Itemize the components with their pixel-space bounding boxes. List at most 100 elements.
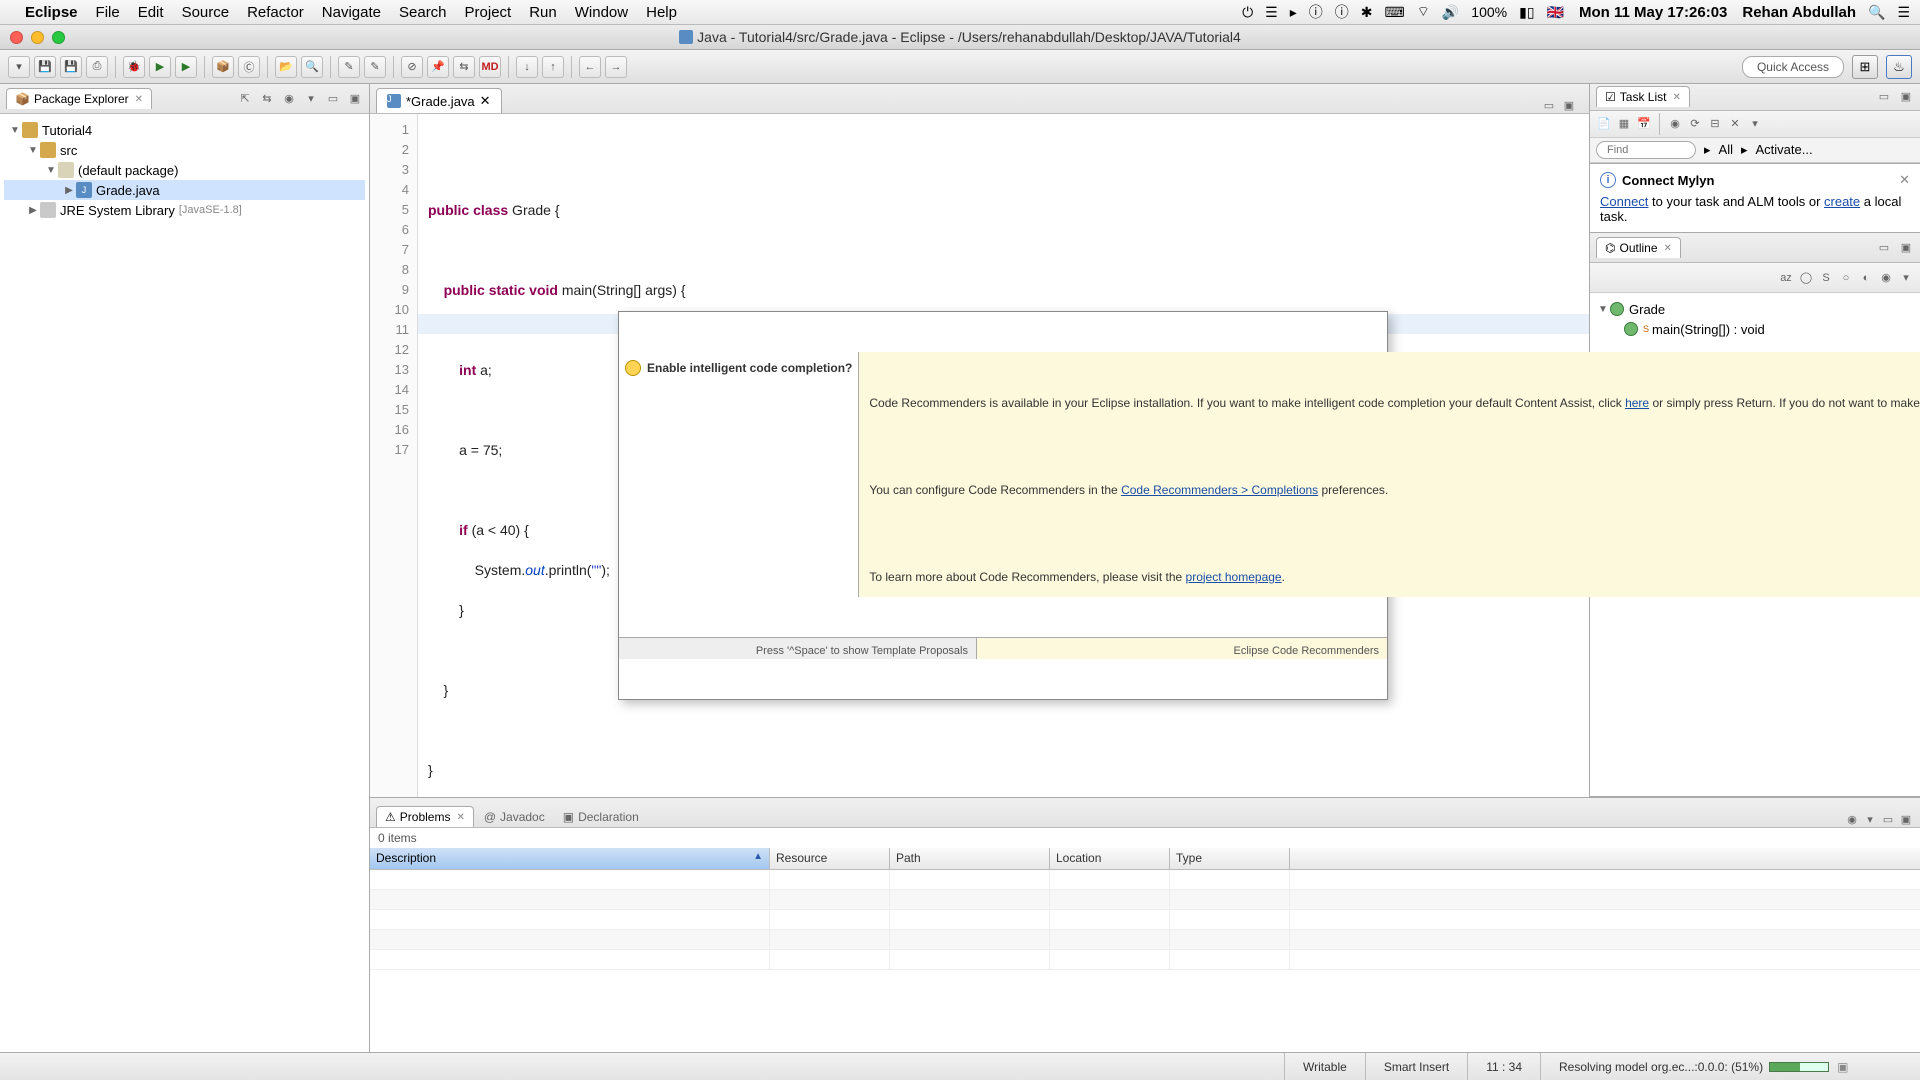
collapse-all-icon[interactable]: ⇱ bbox=[237, 91, 253, 107]
link-button[interactable]: ⇆ bbox=[453, 56, 475, 78]
expand-arrow-icon[interactable]: ▶ bbox=[62, 185, 76, 196]
battery-icon[interactable]: ▮▯ bbox=[1519, 4, 1534, 21]
outline-class[interactable]: ▼ Grade bbox=[1596, 299, 1914, 319]
line-gutter[interactable]: 1234567891011121314151617 bbox=[370, 114, 418, 797]
battery-percent[interactable]: 100% bbox=[1471, 4, 1507, 20]
java-perspective-button[interactable]: ♨ bbox=[1886, 55, 1912, 79]
col-description[interactable]: Description▲ bbox=[370, 848, 770, 869]
input-flag-icon[interactable]: 🇬🇧 bbox=[1547, 4, 1564, 21]
link-editor-icon[interactable]: ⇆ bbox=[259, 91, 275, 107]
save-all-button[interactable]: 💾 bbox=[60, 56, 82, 78]
bluetooth-icon[interactable]: ✱ bbox=[1361, 4, 1373, 21]
menu-navigate[interactable]: Navigate bbox=[322, 4, 381, 21]
toggle-mark-button[interactable]: ✎ bbox=[338, 56, 360, 78]
sync-icon[interactable]: ⟳ bbox=[1687, 116, 1703, 132]
tree-src[interactable]: ▼ src bbox=[4, 140, 365, 160]
collapse-icon[interactable]: ⊟ bbox=[1707, 116, 1723, 132]
hide-local-icon[interactable]: ◐ bbox=[1858, 270, 1874, 286]
filter-arrow-icon[interactable]: ▸ bbox=[1704, 142, 1711, 158]
view-menu-icon[interactable]: ▾ bbox=[303, 91, 319, 107]
expand-arrow-icon[interactable]: ▼ bbox=[8, 125, 22, 136]
hide-fields-icon[interactable]: ◯ bbox=[1798, 270, 1814, 286]
popup-proposal-list[interactable]: Enable intelligent code completion? bbox=[619, 352, 859, 597]
clock[interactable]: Mon 11 May 17:26:03 bbox=[1579, 4, 1727, 21]
notification-center-icon[interactable]: ☰ bbox=[1897, 4, 1910, 21]
hide-static-icon[interactable]: S bbox=[1818, 270, 1834, 286]
debug-button[interactable]: 🐞 bbox=[123, 56, 145, 78]
prev-annotation-button[interactable]: ↑ bbox=[542, 56, 564, 78]
maximize-icon[interactable]: ▣ bbox=[1898, 240, 1914, 256]
pin-button[interactable]: 📌 bbox=[427, 56, 449, 78]
minimize-icon[interactable]: ▭ bbox=[1880, 811, 1896, 827]
view-menu-icon[interactable]: ▾ bbox=[1862, 811, 1878, 827]
run-button[interactable]: ▶ bbox=[149, 56, 171, 78]
back-button[interactable]: ← bbox=[579, 56, 601, 78]
user-name[interactable]: Rehan Abdullah bbox=[1742, 4, 1856, 21]
keyboard-icon[interactable]: ⌨ bbox=[1384, 4, 1404, 21]
outline-tab[interactable]: ⌬ Outline ✕ bbox=[1596, 237, 1681, 258]
menu-refactor[interactable]: Refactor bbox=[247, 4, 304, 21]
save-button[interactable]: 💾 bbox=[34, 56, 56, 78]
enable-here-link[interactable]: here bbox=[1625, 396, 1649, 410]
md-button[interactable]: MD bbox=[479, 56, 501, 78]
forward-button[interactable]: → bbox=[605, 56, 627, 78]
table-row[interactable] bbox=[370, 930, 1920, 950]
view-menu-icon[interactable]: ▾ bbox=[1898, 270, 1914, 286]
close-icon[interactable]: ✕ bbox=[1664, 243, 1672, 254]
focus-icon[interactable]: ◉ bbox=[1878, 270, 1894, 286]
menu-edit[interactable]: Edit bbox=[138, 4, 164, 21]
hide-icon[interactable]: ✕ bbox=[1727, 116, 1743, 132]
quick-access-input[interactable]: Quick Access bbox=[1742, 56, 1844, 78]
run-last-button[interactable]: ▶ bbox=[175, 56, 197, 78]
hide-nonpublic-icon[interactable]: ○ bbox=[1838, 270, 1854, 286]
volume-icon[interactable]: 🔊 bbox=[1442, 4, 1459, 21]
sort-icon[interactable]: az bbox=[1778, 270, 1794, 286]
package-explorer-tree[interactable]: ▼ Tutorial4 ▼ src ▼ (default package) ▶ … bbox=[0, 114, 369, 1052]
new-class-button[interactable]: Ⓒ bbox=[238, 56, 260, 78]
close-icon[interactable]: ✕ bbox=[1899, 172, 1910, 188]
table-row[interactable] bbox=[370, 950, 1920, 970]
menu-project[interactable]: Project bbox=[465, 4, 512, 21]
maximize-icon[interactable]: ▣ bbox=[1561, 97, 1577, 113]
print-button[interactable]: ⎙ bbox=[86, 56, 108, 78]
menu-window[interactable]: Window bbox=[575, 4, 628, 21]
view-menu-icon[interactable]: ▾ bbox=[1747, 116, 1763, 132]
menu-file[interactable]: File bbox=[96, 4, 120, 21]
spotlight-icon[interactable]: 🔍 bbox=[1868, 4, 1885, 21]
close-icon[interactable]: ✕ bbox=[1672, 92, 1680, 103]
status-icon[interactable]: ⏻ bbox=[1242, 4, 1253, 21]
code-editor[interactable]: 1234567891011121314151617 public class G… bbox=[370, 114, 1589, 797]
maximize-icon[interactable]: ▣ bbox=[347, 91, 363, 107]
create-link[interactable]: create bbox=[1824, 194, 1860, 209]
skip-breakpoints-button[interactable]: ⊘ bbox=[401, 56, 423, 78]
expand-arrow-icon[interactable]: ▶ bbox=[26, 205, 40, 216]
filter-all[interactable]: All bbox=[1719, 142, 1733, 157]
expand-arrow-icon[interactable]: ▼ bbox=[1596, 304, 1610, 315]
schedule-icon[interactable]: 📅 bbox=[1636, 116, 1652, 132]
new-task-icon[interactable]: 📄 bbox=[1596, 116, 1612, 132]
preferences-link[interactable]: Code Recommenders > Completions bbox=[1121, 483, 1318, 497]
minimize-icon[interactable]: ▭ bbox=[1876, 89, 1892, 105]
package-explorer-tab[interactable]: 📦 Package Explorer ✕ bbox=[6, 88, 152, 109]
next-annotation-button[interactable]: ↓ bbox=[516, 56, 538, 78]
focus-icon[interactable]: ◉ bbox=[1844, 811, 1860, 827]
menu-source[interactable]: Source bbox=[182, 4, 230, 21]
toggle-breadcrumb-button[interactable]: ✎ bbox=[364, 56, 386, 78]
connect-link[interactable]: Connect bbox=[1600, 194, 1648, 209]
task-find-input[interactable] bbox=[1596, 141, 1696, 159]
new-package-button[interactable]: 📦 bbox=[212, 56, 234, 78]
status-progress[interactable]: Resolving model org.ec...:0.0.0: (51%) ▣ bbox=[1540, 1053, 1920, 1080]
menu-run[interactable]: Run bbox=[529, 4, 557, 21]
open-perspective-button[interactable]: ⊞ bbox=[1852, 55, 1878, 79]
search-button[interactable]: 🔍 bbox=[301, 56, 323, 78]
status-icon[interactable]: ▸ bbox=[1290, 4, 1297, 21]
filter-arrow-icon[interactable]: ▸ bbox=[1741, 142, 1748, 158]
new-button[interactable]: ▾ bbox=[8, 56, 30, 78]
status-icon[interactable]: ⓘ bbox=[1335, 2, 1349, 22]
filter-activate[interactable]: Activate... bbox=[1756, 142, 1813, 157]
code-content[interactable]: public class Grade { public static void … bbox=[418, 114, 1589, 797]
focus-icon[interactable]: ◉ bbox=[1667, 116, 1683, 132]
editor-tab-grade[interactable]: J *Grade.java ✕ bbox=[376, 88, 502, 113]
tree-project[interactable]: ▼ Tutorial4 bbox=[4, 120, 365, 140]
maximize-icon[interactable]: ▣ bbox=[1898, 89, 1914, 105]
